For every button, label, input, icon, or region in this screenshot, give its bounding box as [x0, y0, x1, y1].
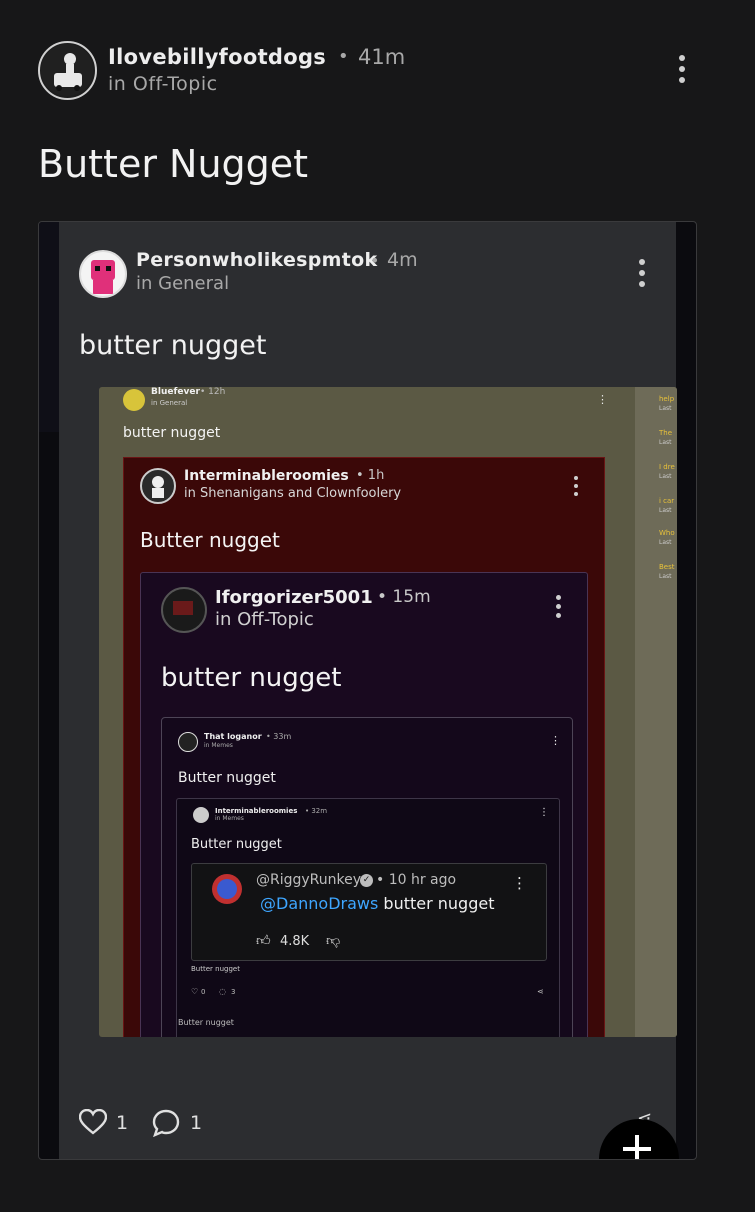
like-count: 1 — [116, 1112, 129, 1134]
post-community[interactable]: in Off-Topic — [108, 73, 218, 95]
l4-more-icon: ⋮ — [539, 807, 549, 818]
comment-count: 1 — [190, 1112, 203, 1134]
sidebar-item: Last — [659, 573, 672, 580]
l1-community: in Shenanigans and Clownfoolery — [184, 486, 402, 501]
yt-text: @DannoDraws butter nugget — [260, 894, 494, 913]
l3-avatar — [178, 732, 198, 752]
l4-time: • 32m — [305, 807, 328, 815]
l0-author: Bluefever — [151, 387, 200, 397]
l1-author: Interminableroomies — [184, 468, 349, 484]
yt-like-count: 4.8K — [280, 934, 310, 949]
comment-icon[interactable] — [152, 1109, 180, 1141]
l3-footer: Butter nugget — [178, 1018, 234, 1027]
sidebar-item: i car — [659, 497, 675, 505]
sidebar-item: Last — [659, 405, 672, 412]
l3-title: Butter nugget — [178, 770, 276, 786]
level4-post: Interminableroomies • 32m in Memes ⋮ But… — [176, 798, 560, 1037]
l4-heart-icon: ♡ — [191, 987, 199, 996]
l0-community: in General — [151, 399, 188, 407]
l4-avatar — [193, 807, 209, 823]
repost-time: 4m — [387, 249, 418, 271]
l4-caption: Butter nugget — [191, 965, 240, 973]
verified-icon: ✓ — [360, 874, 373, 887]
l2-community: in Off-Topic — [215, 609, 314, 630]
l3-time: • 33m — [266, 732, 292, 741]
more-options-icon[interactable] — [679, 55, 685, 83]
l2-title: butter nugget — [161, 663, 342, 693]
l1-avatar — [140, 468, 176, 504]
yt-mention: @DannoDraws — [260, 894, 379, 913]
l2-time: • 15m — [377, 587, 431, 607]
reposted-post: Personwholikespmtok • 4m in General butt… — [59, 222, 677, 1159]
l4-comment-count: 3 — [231, 988, 236, 996]
sidebar-item: I dre — [659, 463, 675, 471]
l2-more-icon — [556, 595, 561, 618]
repost-title: butter nugget — [79, 330, 267, 361]
yt-more-icon: ⋮ — [512, 874, 527, 892]
l4-comment-icon: ◌ — [219, 987, 226, 996]
sidebar-item: Last — [659, 507, 672, 514]
l1-more-icon — [574, 476, 578, 496]
l0-time: • 12h — [200, 387, 226, 397]
plus-icon-vertical — [635, 1135, 639, 1159]
level1-post: Interminableroomies • 1h in Shenanigans … — [123, 457, 605, 1037]
repost-more-icon[interactable] — [639, 259, 645, 287]
sidebar-item: Who — [659, 529, 675, 537]
separator-dot: • — [338, 46, 349, 67]
thumbs-up-icon: 👍︎ — [256, 933, 271, 949]
sidebar-list: help Last The Last I dre Last i car Last… — [635, 387, 677, 1037]
sidebar-item: Last — [659, 539, 672, 546]
yt-avatar — [212, 874, 242, 904]
l0-more-icon: ⋮ — [597, 393, 608, 406]
l0-avatar — [123, 389, 145, 411]
background-glow — [39, 222, 59, 432]
sidebar-item: The — [659, 429, 673, 437]
l3-more-icon: ⋮ — [550, 734, 561, 747]
nested-screenshot: Bluefever • 12h in General ⋮ butter nugg… — [99, 387, 677, 1037]
heart-icon[interactable] — [78, 1108, 108, 1139]
repost-author-name[interactable]: Personwholikespmtok — [136, 249, 377, 271]
l3-community: in Memes — [204, 742, 233, 749]
sidebar-item: Best — [659, 563, 675, 571]
l4-community: in Memes — [215, 815, 244, 822]
sidebar-item: Last — [659, 473, 672, 480]
level3-post: That loganor • 33m in Memes ⋮ Butter nug… — [161, 717, 573, 1037]
thumbs-down-icon: 👎︎ — [326, 933, 341, 949]
yt-handle: @RiggyRunkey — [256, 872, 362, 888]
youtube-comment: @RiggyRunkey ✓ • 10 hr ago ⋮ @DannoDraws… — [191, 863, 547, 961]
l0-title: butter nugget — [123, 425, 221, 441]
l4-title: Butter nugget — [191, 837, 282, 852]
l1-time: • 1h — [356, 468, 385, 483]
embedded-post-image[interactable]: Personwholikespmtok • 4m in General butt… — [38, 221, 697, 1160]
l4-author: Interminableroomies — [215, 807, 298, 815]
repost-avatar[interactable] — [79, 250, 127, 298]
repost-community[interactable]: in General — [136, 273, 229, 294]
sidebar-item: Last — [659, 439, 672, 446]
separator-dot: • — [370, 251, 380, 270]
l4-like-count: 0 — [201, 988, 206, 996]
level2-post: Iforgorizer5001 • 15m in Off-Topic butte… — [140, 572, 588, 1037]
post-title: Butter Nugget — [38, 142, 309, 186]
author-name[interactable]: Ilovebillyfootdogs — [108, 45, 326, 69]
l3-author: That loganor — [204, 732, 262, 741]
l2-author: Iforgorizer5001 — [215, 587, 373, 608]
l1-title: Butter nugget — [140, 528, 280, 552]
l2-avatar — [161, 587, 207, 633]
l4-share-icon: ⋖ — [537, 987, 544, 996]
yt-time: • 10 hr ago — [376, 872, 457, 888]
post-time: 41m — [358, 45, 406, 69]
yt-comment-text: butter nugget — [378, 894, 495, 913]
author-avatar[interactable] — [38, 41, 97, 100]
sidebar-item: help — [659, 395, 675, 403]
